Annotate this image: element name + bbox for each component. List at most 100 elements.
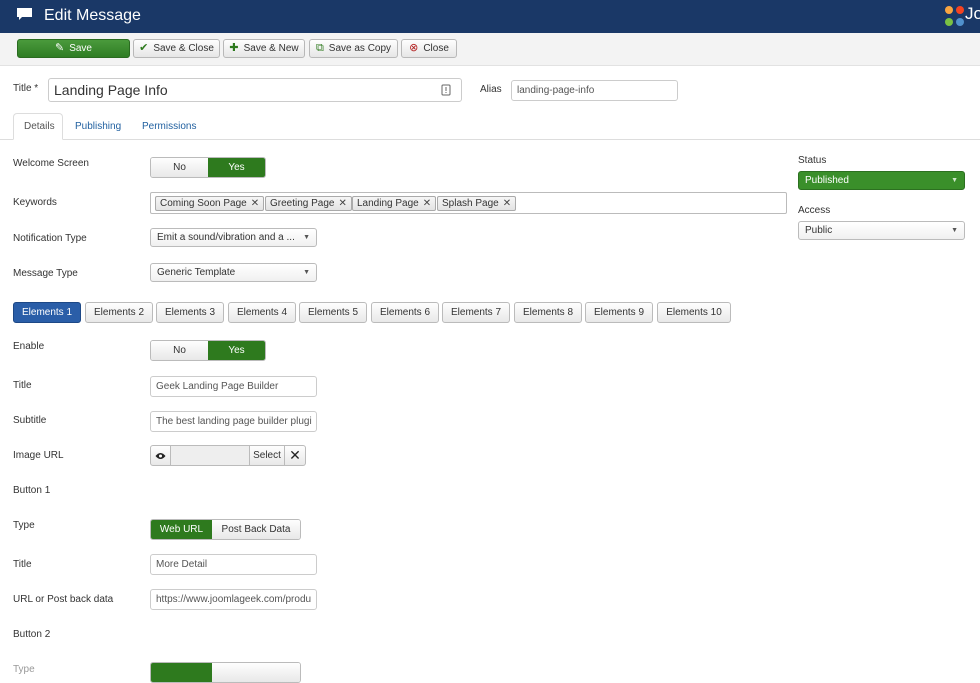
keyword-chip: Landing Page ✕ [352, 196, 437, 211]
remove-keyword-icon[interactable]: ✕ [503, 198, 511, 209]
url-value: https://www.joomlageek.com/produ [156, 594, 312, 605]
button1-type-label: Type [13, 520, 35, 531]
enable-no-option[interactable]: No [151, 341, 208, 360]
keyword-chip-label: Coming Soon Page [160, 198, 247, 209]
keyword-chip-label: Splash Page [442, 198, 499, 209]
save-copy-button[interactable]: ⧉ Save as Copy [309, 39, 398, 58]
status-value: Published [805, 175, 849, 186]
subtitle-value: The best landing page builder plugi [156, 416, 312, 427]
tab-permissions-label: Permissions [142, 121, 197, 132]
enable-yes-option[interactable]: Yes [208, 341, 265, 360]
button1-title-input[interactable]: More Detail [150, 554, 317, 575]
save-new-label: Save & New [243, 43, 299, 54]
title-input[interactable]: Landing Page Info [48, 78, 462, 102]
save-copy-label: Save as Copy [328, 43, 392, 54]
enable-label: Enable [13, 341, 45, 352]
element-title-label: Title [13, 380, 32, 391]
save-button[interactable]: ✎ Save [17, 39, 130, 58]
url-input[interactable]: https://www.joomlageek.com/produ [150, 589, 317, 610]
notification-type-value: Emit a sound/vibration and a ... [157, 232, 295, 243]
title-label: Title * [13, 83, 39, 94]
image-select-button[interactable]: Select [249, 445, 285, 466]
image-url-field: Select ✕ [150, 445, 306, 466]
save-label: Save [69, 43, 92, 54]
clear-image-icon[interactable]: ✕ [285, 445, 306, 466]
status-label: Status [798, 155, 827, 166]
access-label: Access [798, 205, 831, 216]
keywords-input[interactable]: Coming Soon Page ✕ Greeting Page ✕ Landi… [150, 192, 787, 214]
url-label: URL or Post back data [13, 594, 114, 605]
button2-post-back-option[interactable] [212, 663, 300, 682]
preview-eye-icon[interactable] [150, 445, 171, 466]
keyword-chip: Greeting Page ✕ [265, 196, 352, 211]
elements-tab-8[interactable]: Elements 8 [514, 302, 582, 323]
elements-tab-1[interactable]: Elements 1 [13, 302, 81, 323]
save-new-button[interactable]: ✚ Save & New [223, 39, 305, 58]
type-web-url-option[interactable]: Web URL [151, 520, 212, 539]
button2-type-toggle [150, 662, 301, 683]
app-header: Edit Message Jo [0, 0, 980, 33]
image-url-input[interactable] [171, 445, 249, 466]
notification-type-select[interactable]: Emit a sound/vibration and a ... ▼ [150, 228, 317, 247]
image-url-label: Image URL [13, 450, 64, 461]
access-value: Public [805, 225, 833, 236]
page-title: Edit Message [44, 7, 141, 24]
type-post-back-option[interactable]: Post Back Data [212, 520, 300, 539]
status-select[interactable]: Published ▼ [798, 171, 965, 190]
tab-publishing-label: Publishing [75, 121, 122, 132]
alias-input[interactable]: landing-page-info [511, 80, 678, 101]
caret-down-icon: ▼ [303, 269, 310, 276]
toolbar: ✎ Save ✔ Save & Close ✚ Save & New ⧉ Sav… [0, 33, 980, 66]
close-label: Close [423, 43, 449, 54]
elements-tab-5[interactable]: Elements 5 [299, 302, 367, 323]
elements-tab-7[interactable]: Elements 7 [442, 302, 510, 323]
tab-details-label: Details [24, 121, 55, 132]
close-button[interactable]: ⊗ Close [401, 39, 457, 58]
button1-title-value: More Detail [156, 559, 208, 570]
button2-web-url-option[interactable] [151, 663, 212, 682]
elements-tab-10[interactable]: Elements 10 [657, 302, 731, 323]
elements-tab-2[interactable]: Elements 2 [85, 302, 153, 323]
enable-toggle: No Yes [150, 340, 266, 361]
elements-tab-4[interactable]: Elements 4 [228, 302, 296, 323]
caret-down-icon: ▼ [951, 177, 958, 184]
keyword-chip-label: Landing Page [357, 198, 419, 209]
element-title-input[interactable]: Geek Landing Page Builder [150, 376, 317, 397]
keywords-label: Keywords [13, 197, 57, 208]
check-icon: ✔ [139, 42, 149, 54]
element-title-value: Geek Landing Page Builder [156, 381, 279, 392]
remove-keyword-icon[interactable]: ✕ [423, 198, 431, 209]
keyword-chip: Coming Soon Page ✕ [155, 196, 265, 211]
button2-heading: Button 2 [13, 629, 51, 640]
save-close-label: Save & Close [153, 43, 214, 54]
elements-tab-6[interactable]: Elements 6 [371, 302, 439, 323]
alias-label: Alias [480, 84, 502, 95]
alias-value: landing-page-info [517, 85, 595, 96]
message-icon [17, 8, 32, 20]
tab-details[interactable]: Details [13, 113, 63, 140]
tab-permissions[interactable]: Permissions [132, 113, 206, 140]
save-close-button[interactable]: ✔ Save & Close [133, 39, 220, 58]
remove-keyword-icon[interactable]: ✕ [339, 198, 347, 209]
button1-type-toggle: Web URL Post Back Data [150, 519, 301, 540]
close-circle-icon: ⊗ [409, 42, 419, 54]
logo-text: Jo [965, 4, 980, 23]
welcome-screen-label: Welcome Screen [13, 158, 89, 169]
message-type-select[interactable]: Generic Template ▼ [150, 263, 317, 282]
elements-tab-3[interactable]: Elements 3 [156, 302, 224, 323]
welcome-no-option[interactable]: No [151, 158, 208, 177]
tab-publishing[interactable]: Publishing [65, 113, 131, 140]
welcome-screen-toggle: No Yes [150, 157, 266, 178]
remove-keyword-icon[interactable]: ✕ [251, 198, 259, 209]
message-type-value: Generic Template [157, 267, 236, 278]
subtitle-input[interactable]: The best landing page builder plugi [150, 411, 317, 432]
info-icon [441, 84, 451, 96]
welcome-yes-option[interactable]: Yes [208, 158, 265, 177]
caret-down-icon: ▼ [951, 227, 958, 234]
keyword-chip: Splash Page ✕ [437, 196, 517, 211]
elements-tab-9[interactable]: Elements 9 [585, 302, 653, 323]
access-select[interactable]: Public ▼ [798, 221, 965, 240]
caret-down-icon: ▼ [303, 234, 310, 241]
eye-icon [155, 452, 166, 459]
notification-type-label: Notification Type [13, 233, 87, 244]
